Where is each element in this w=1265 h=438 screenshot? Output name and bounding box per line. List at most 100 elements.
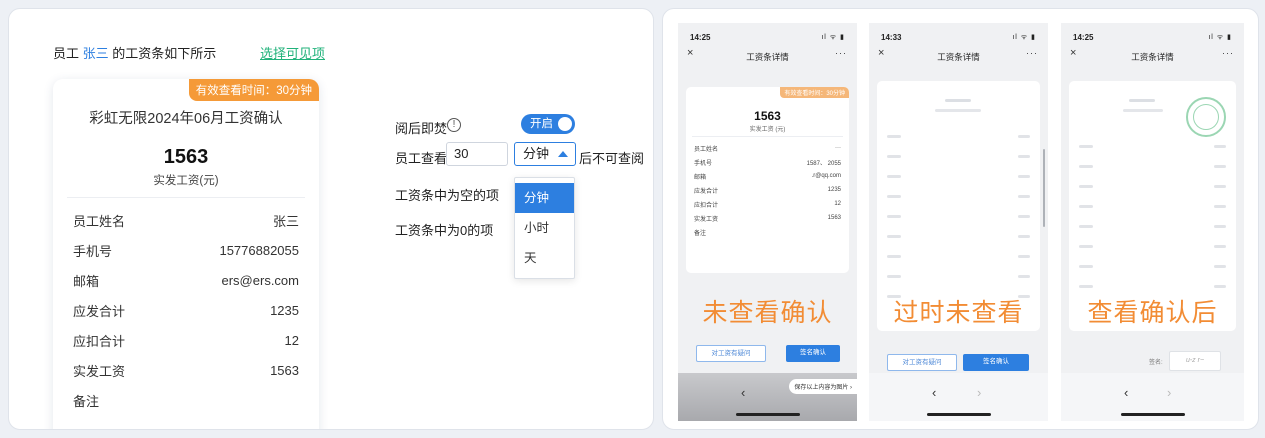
salary-slip-settings-panel: 员工 张三 的工资条如下所示 选择可见项 有效查看时间：30分钟 彩虹无限202…	[8, 8, 654, 430]
table-row: 手机号 15776882055	[73, 235, 299, 265]
card-divider	[692, 136, 843, 137]
blurred-row	[1079, 245, 1226, 248]
salary-rows: 员工姓名 张三 手机号 15776882055 邮箱 ers@ers.com 应发合计…	[73, 205, 299, 415]
row-value: ···	[835, 145, 841, 151]
row-label: 实发工资	[694, 216, 719, 223]
net-pay-amount: 1563	[754, 109, 781, 123]
back-icon[interactable]: ‹	[932, 385, 936, 400]
table-row: 备注	[73, 385, 299, 415]
forward-icon[interactable]: ›	[1167, 385, 1171, 400]
blurred-row	[1079, 185, 1226, 188]
status-icons: ıl ᯤ ▮	[1012, 34, 1036, 41]
burn-after-reading-toggle[interactable]: 开启	[521, 114, 575, 134]
list-item: 备注	[694, 225, 841, 239]
sign-confirm-button[interactable]: 签名确认	[786, 345, 840, 362]
table-row: 应发合计 1235	[73, 295, 299, 325]
phone-expired: 14:33 ıl ᯤ ▮ × 工资条详情 ··· 过时未查看 对工资有疑问 签名…	[869, 23, 1048, 421]
blurred-row	[887, 195, 1030, 198]
not-viewable-after-label: 后不可查阅	[579, 151, 645, 166]
selected-unit: 分钟	[523, 146, 550, 161]
list-item: 应发合计 1235	[694, 183, 841, 197]
row-label: 员工姓名	[694, 146, 719, 153]
row-label: 员工姓名	[73, 213, 126, 229]
row-value: 15776882055	[219, 242, 299, 258]
card-title: 彩虹无限2024年06月工资确认	[89, 111, 283, 127]
blurred-subtitle	[1123, 109, 1163, 112]
back-icon[interactable]: ‹	[1124, 385, 1128, 400]
confirmed-stamp-icon	[1186, 97, 1226, 137]
blurred-row	[887, 255, 1030, 258]
salary-slip-preview-card: 有效查看时间：30分钟 彩虹无限2024年06月工资确认 1563 实发工资(元…	[53, 79, 319, 429]
mobile-preview-panel: 14:25 ıl ᯤ ▮ × 工资条详情 ··· 有效查看时间：30分钟 156…	[662, 8, 1259, 430]
caret-up-icon	[558, 151, 568, 157]
row-value: 张三	[272, 213, 299, 229]
question-salary-button[interactable]: 对工资有疑问	[887, 354, 957, 371]
blurred-row	[1079, 145, 1226, 148]
status-time: 14:25	[1073, 33, 1094, 42]
row-value: .r@qq.com	[811, 173, 841, 179]
home-indicator	[735, 413, 800, 416]
intro-prefix: 员工	[53, 46, 80, 61]
time-unit-dropdown: 分钟 小时 天	[514, 177, 575, 279]
row-value: 12	[284, 332, 299, 348]
row-label: 应发合计	[694, 188, 719, 195]
row-value: 1563	[827, 215, 841, 221]
toggle-knob	[558, 117, 572, 131]
signature-image: u-z r~	[1169, 351, 1221, 371]
blurred-row	[1079, 265, 1226, 268]
view-duration-input[interactable]: 30	[446, 142, 508, 166]
row-label: 邮箱	[73, 273, 100, 289]
home-indicator	[1120, 413, 1185, 416]
row-value: 1563	[270, 362, 299, 378]
table-row: 实发工资 1563	[73, 355, 299, 385]
nav-title: 工资条详情	[746, 52, 789, 62]
unit-option-minutes[interactable]: 分钟	[515, 183, 574, 213]
row-value: ers@ers.com	[221, 272, 300, 288]
list-item: 实发工资 1563	[694, 211, 841, 225]
info-icon[interactable]: !	[447, 118, 461, 132]
blurred-row	[887, 275, 1030, 278]
time-unit-select[interactable]: 分钟	[514, 142, 576, 166]
save-as-image-button[interactable]: 保存以上内容为图片 ›	[789, 379, 857, 394]
mini-salary-card: 有效查看时间：30分钟 1563 实发工资 (元) 员工姓名 ··· 手机号 158…	[686, 87, 849, 273]
row-label: 手机号	[73, 243, 113, 259]
status-overlay-expired: 过时未查看	[893, 299, 1024, 327]
valid-time-badge: 有效查看时间：30分钟	[780, 87, 849, 98]
employee-view-label: 员工查看	[395, 151, 448, 166]
list-item: 邮箱 .r@qq.com	[694, 169, 841, 183]
status-overlay-unviewed: 未查看确认	[702, 299, 833, 327]
net-pay-label: 实发工资 (元)	[749, 127, 786, 133]
question-salary-button[interactable]: 对工资有疑问	[696, 345, 766, 362]
home-indicator	[926, 413, 991, 416]
table-row: 应扣合计 12	[73, 325, 299, 355]
signature-label: 签名:	[1149, 360, 1163, 366]
more-icon[interactable]: ···	[1222, 48, 1234, 58]
intro-suffix: 的工资条如下所示	[112, 46, 217, 61]
unit-option-days[interactable]: 天	[515, 243, 574, 273]
status-overlay-confirmed: 查看确认后	[1087, 299, 1218, 327]
status-icons: ıl ᯤ ▮	[1208, 34, 1232, 41]
back-icon[interactable]: ‹	[741, 385, 745, 400]
blurred-row	[887, 215, 1030, 218]
mini-salary-rows: 员工姓名 ··· 手机号 1587、 2055 邮箱 .r@qq.com 应发合计 12…	[694, 141, 841, 239]
forward-icon[interactable]: ›	[977, 385, 981, 400]
employee-name: 张三	[82, 46, 109, 61]
choose-visible-items-link[interactable]: 选择可见项	[260, 43, 325, 62]
toggle-label: 开启	[530, 118, 553, 130]
nav-title: 工资条详情	[937, 52, 980, 62]
more-icon[interactable]: ···	[1026, 48, 1038, 58]
row-label: 手机号	[694, 160, 713, 167]
burn-after-reading-label: 阅后即焚	[395, 121, 448, 136]
row-label: 实发工资	[73, 363, 126, 379]
scrollbar[interactable]	[1043, 149, 1045, 227]
blurred-row	[887, 175, 1030, 178]
bottom-bar: ‹ ›	[869, 373, 1048, 421]
row-label: 备注	[694, 230, 707, 237]
status-icons: ıl ᯤ ▮	[821, 34, 845, 41]
sign-confirm-button[interactable]: 签名确认	[963, 354, 1029, 371]
blurred-row	[1079, 285, 1226, 288]
row-label: 邮箱	[694, 174, 707, 181]
more-icon[interactable]: ···	[835, 48, 847, 58]
blurred-row	[887, 235, 1030, 238]
unit-option-hours[interactable]: 小时	[515, 213, 574, 243]
